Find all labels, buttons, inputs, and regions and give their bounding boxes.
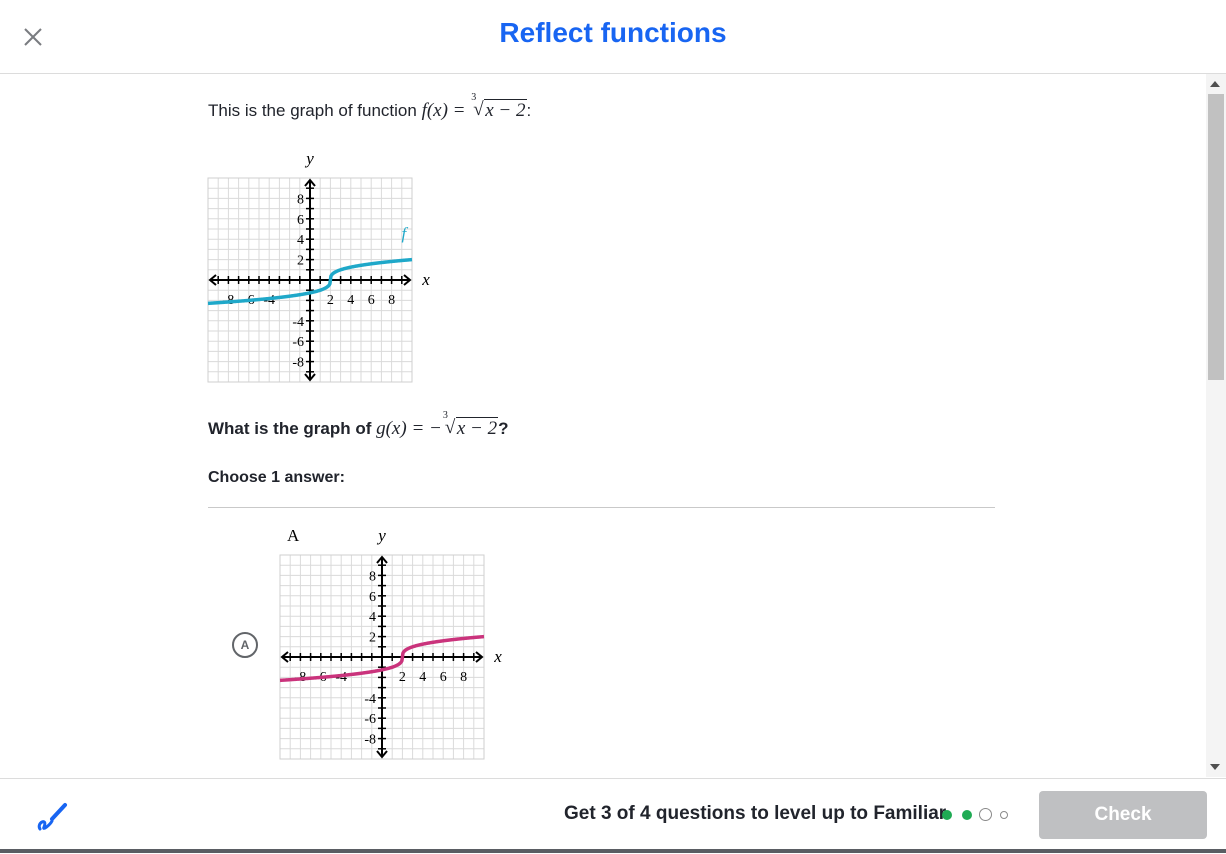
graph-option-a[interactable]: -8 -6 -4 2 4 6 88642-4-6-8xyA [272, 527, 512, 767]
x-axis-label: x [421, 270, 430, 289]
divider [208, 507, 995, 508]
tick-label: 6 [440, 670, 447, 685]
tick-label: 2 [399, 670, 406, 685]
radical-icon: √ [444, 417, 456, 438]
scratchpad-button[interactable] [34, 799, 70, 835]
tick-label: 8 [369, 569, 376, 584]
prompt-tail: ? [498, 419, 509, 438]
graph-f: -8 -6 -4 2 4 6 88642-4-6-8xyf [207, 150, 430, 383]
curve-label: f [401, 224, 408, 243]
scrollbar-thumb[interactable] [1208, 94, 1224, 380]
cube-root: 3 √ x − 2 [442, 410, 499, 440]
tick-label: -6 [292, 335, 304, 350]
tick-label: 4 [297, 233, 304, 248]
tick-label: -8 [364, 733, 376, 748]
progress-dot-current [979, 808, 992, 821]
scroll-down-arrow-icon[interactable] [1210, 764, 1220, 770]
tick-label: 6 [368, 293, 375, 308]
cube-root: 3 √ x − 2 [470, 92, 527, 122]
choice-a-radio[interactable]: A [232, 632, 258, 658]
g-lhs: g(x) = − [376, 418, 442, 439]
root-argument: x − 2 [484, 99, 527, 121]
scroll-up-arrow-icon[interactable] [1210, 81, 1220, 87]
level-up-text: Get 3 of 4 questions to level up to Fami… [564, 803, 947, 824]
tick-label: -4 [292, 315, 304, 330]
tick-label: 6 [297, 213, 304, 228]
tick-label: -4 [364, 692, 376, 707]
bottom-bar: Get 3 of 4 questions to level up to Fami… [0, 778, 1226, 854]
tick-label: 2 [369, 631, 376, 646]
x-axis-label: x [493, 647, 502, 666]
prompt-text: What is the graph of [208, 419, 377, 438]
tick-label: 4 [419, 670, 426, 685]
intro-text: This is the graph of function [208, 101, 422, 120]
question-prompt: What is the graph of g(x) = −3 √ x − 2? [208, 410, 509, 440]
progress-dot-done [942, 810, 952, 820]
page-title: Reflect functions [499, 17, 727, 48]
choice-letter: A [240, 638, 250, 652]
tick-label: 6 [369, 590, 376, 605]
pencil-icon [37, 803, 67, 831]
page-edge [0, 849, 1226, 853]
top-bar: Reflect functions [0, 0, 1226, 74]
graph-letter: A [287, 527, 300, 545]
root-argument: x − 2 [455, 417, 499, 439]
g-definition: g(x) = −3 √ x − 2 [376, 410, 499, 440]
tick-label: 2 [327, 293, 334, 308]
tick-label: 8 [460, 670, 467, 685]
f-definition: f(x) = 3 √ x − 2 [421, 92, 527, 122]
radical-icon: √ [473, 99, 484, 120]
tick-label: 2 [297, 254, 304, 269]
tick-label: -6 [364, 712, 376, 727]
progress-dot-done [962, 810, 972, 820]
check-button[interactable]: Check [1039, 791, 1207, 839]
y-axis-label: y [304, 150, 314, 168]
scrollbar[interactable] [1206, 74, 1226, 777]
tick-label: 8 [388, 293, 395, 308]
y-axis-label: y [376, 527, 386, 545]
tick-label: 4 [369, 610, 376, 625]
intro-tail: : [526, 101, 532, 120]
exercise-content: This is the graph of function f(x) = 3 √ x… [0, 74, 1204, 777]
tick-label: 8 [297, 192, 304, 207]
progress-dot-pending [1000, 811, 1008, 819]
question-intro: This is the graph of function f(x) = 3 √ x… [208, 92, 532, 122]
tick-label: -8 [292, 356, 304, 371]
f-lhs: f(x) = [421, 100, 471, 121]
choose-label: Choose 1 answer: [208, 469, 345, 486]
tick-label: 4 [347, 293, 354, 308]
